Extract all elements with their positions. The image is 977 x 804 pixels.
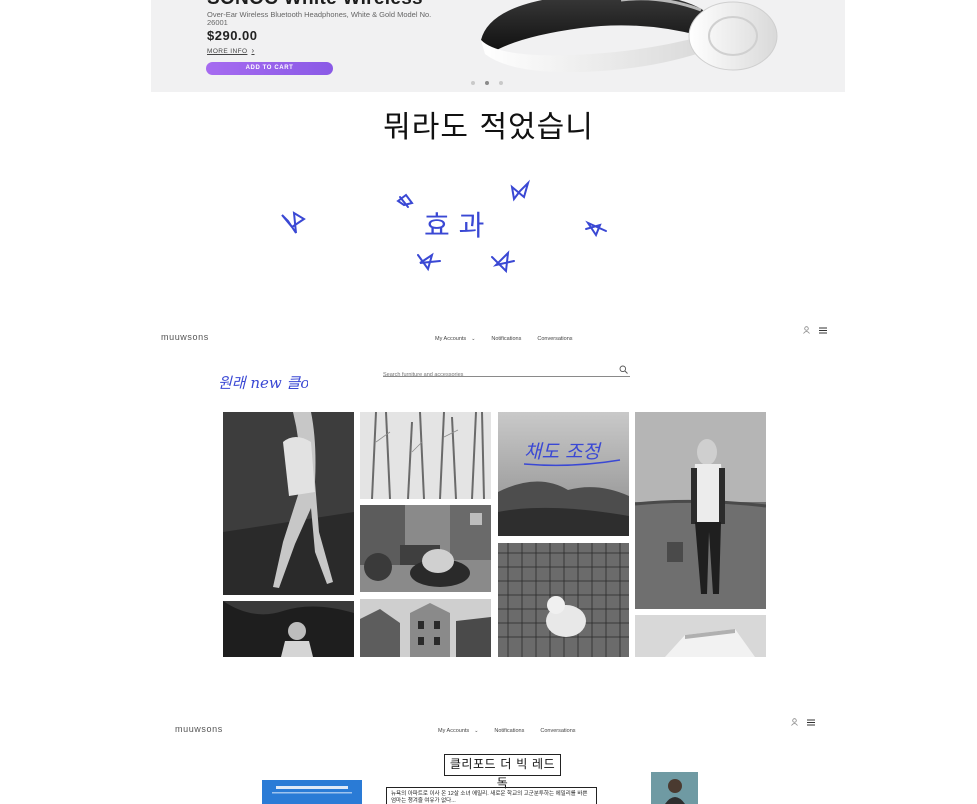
more-info-link[interactable]: MORE INFO › [207, 46, 255, 55]
photo-woman-walking[interactable] [223, 412, 354, 595]
handwritten-annotation-text: 원래 new 클ow [218, 374, 308, 392]
product-subtitle: Over-Ear Wireless Bluetooth Headphones, … [207, 10, 432, 27]
nav-notifications[interactable]: Notifications [494, 728, 524, 734]
search-icon[interactable] [619, 365, 628, 374]
product-hero-banner: SONOC White Wireless Over-Ear Wireless B… [151, 0, 845, 92]
photo-boy-field[interactable] [635, 412, 766, 609]
chevron-right-icon: › [251, 46, 255, 55]
effect-doodle-text: 효 과 [424, 209, 484, 242]
book-cover-art [262, 780, 362, 804]
more-info-label: MORE INFO [207, 48, 248, 55]
carousel-dots[interactable] [471, 81, 503, 85]
menu-icon[interactable] [819, 326, 827, 334]
carousel-dot[interactable] [471, 81, 475, 85]
handwritten-annotation: 원래 new 클ow [218, 374, 308, 392]
photo-old-town[interactable] [360, 599, 491, 657]
top-nav: My Accounts ⌄ Notifications Conversations [435, 336, 573, 342]
photo-white-building[interactable] [635, 615, 766, 657]
nav-my-accounts-label: My Accounts [435, 336, 467, 342]
product-title: SONOC White Wireless [207, 0, 423, 10]
app-logo-bottom[interactable]: muuwsons [175, 724, 223, 734]
user-icon[interactable] [803, 326, 810, 334]
carousel-dot-active[interactable] [485, 81, 489, 85]
photo-child-park[interactable] [223, 601, 354, 657]
photo-dog-net[interactable] [498, 543, 629, 657]
nav-conversations[interactable]: Conversations [537, 336, 572, 342]
chevron-down-icon: ⌄ [471, 336, 476, 342]
note-heading: 뭐라도 적었습니 [383, 110, 594, 145]
carousel-dot[interactable] [499, 81, 503, 85]
chevron-down-icon: ⌄ [474, 728, 479, 734]
saturation-annotation: 채도 조정 [523, 441, 621, 467]
book-cover-right[interactable] [651, 772, 698, 804]
add-to-cart-button[interactable]: ADD TO CART [206, 62, 333, 75]
header-icons-bottom [791, 718, 815, 726]
nav-my-accounts[interactable]: My Accounts ⌄ [438, 728, 478, 734]
user-icon[interactable] [791, 718, 798, 726]
headphones-image [481, 0, 778, 73]
nav-notifications[interactable]: Notifications [491, 336, 521, 342]
nav-my-accounts[interactable]: My Accounts ⌄ [435, 336, 475, 342]
search-input[interactable] [383, 369, 608, 378]
search-bar [383, 363, 630, 378]
book-cover-art [651, 772, 698, 804]
book-description: 뉴욕의 아파트로 이사 온 12살 소녀 에밀리. 새로운 학교의 고군분투하는… [386, 787, 597, 804]
header-icons [803, 326, 827, 334]
photo-street-hat[interactable] [360, 505, 491, 592]
book-title: 클리포드 더 빅 레드 독 [444, 754, 561, 790]
nav-conversations[interactable]: Conversations [540, 728, 575, 734]
menu-icon[interactable] [807, 718, 815, 726]
product-price: $290.00 [207, 28, 258, 43]
book-cover-left[interactable] [262, 780, 362, 804]
saturation-annotation-text: 채도 조정 [524, 441, 602, 463]
effect-doodle: 효 과 [281, 179, 607, 274]
photo-hazy-landscape[interactable]: 채도 조정 [498, 412, 629, 536]
nav-my-accounts-label: My Accounts [438, 728, 470, 734]
app-logo[interactable]: muuwsons [161, 332, 209, 342]
top-nav-bottom: My Accounts ⌄ Notifications Conversations [438, 728, 576, 734]
photo-bare-trees[interactable] [360, 412, 491, 499]
